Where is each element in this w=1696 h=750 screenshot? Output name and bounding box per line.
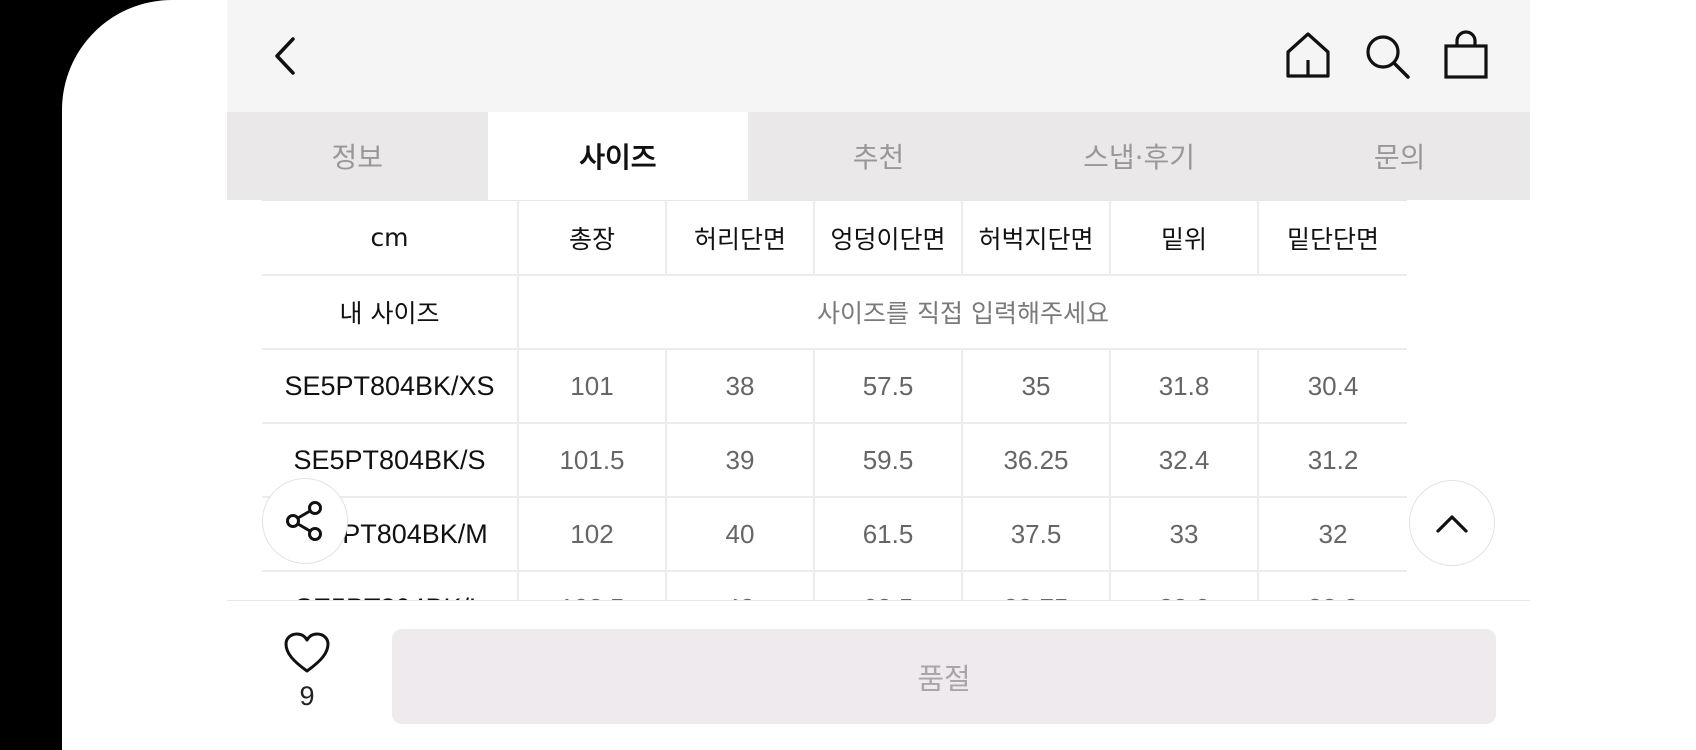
- table-cell: 31.8: [1110, 349, 1259, 424]
- table-cell: 101.5: [518, 423, 667, 498]
- my-size-label: 내 사이즈: [262, 275, 519, 350]
- share-button[interactable]: [262, 478, 348, 564]
- chevron-up-icon: [1436, 515, 1468, 533]
- size-table-container[interactable]: cm 총장 허리단면 엉덩이단면 허벅지단면 밑위 밑단단면 내 사이즈 사이즈…: [262, 200, 1407, 600]
- table-cell: 38: [666, 349, 815, 424]
- my-size-row[interactable]: 내 사이즈 사이즈를 직접 입력해주세요: [262, 275, 1407, 350]
- table-cell: 61.5: [814, 497, 963, 572]
- table-cell: 33: [1110, 497, 1259, 572]
- product-size-page: 정보 사이즈 추천 스냅·후기 문의 cm 총장 허리단면 엉덩이단면 허벅지단…: [227, 0, 1530, 750]
- size-name-cell: SE5PT804BK/XS: [262, 349, 519, 424]
- bottom-action-bar: 9 품절: [227, 600, 1530, 750]
- table-cell: 63.5: [814, 571, 963, 600]
- table-row: SE5PT804BK/S 101.5 39 59.5 36.25 32.4 31…: [262, 423, 1407, 498]
- table-row: SE5PT804BK/L 102.5 42 63.5 38.75 33.6 32…: [262, 571, 1407, 600]
- like-count: 9: [299, 681, 315, 711]
- table-row: SE5PT804BK/M 102 40 61.5 37.5 33 32: [262, 497, 1407, 572]
- sold-out-button[interactable]: 품절: [392, 629, 1496, 724]
- table-cell: 30.4: [1258, 349, 1407, 424]
- search-icon[interactable]: [1363, 32, 1411, 80]
- tab-snap-review[interactable]: 스냅·후기: [1009, 112, 1270, 200]
- table-cell: 31.2: [1258, 423, 1407, 498]
- table-cell: 57.5: [814, 349, 963, 424]
- tab-info[interactable]: 정보: [227, 112, 488, 200]
- table-cell: 32.8: [1258, 571, 1407, 600]
- size-name-cell: SE5PT804BK/L: [262, 571, 519, 600]
- table-cell: 42: [666, 571, 815, 600]
- like-button[interactable]: 9: [272, 631, 342, 721]
- column-header: 허리단면: [666, 201, 815, 276]
- size-table: cm 총장 허리단면 엉덩이단면 허벅지단면 밑위 밑단단면 내 사이즈 사이즈…: [262, 201, 1407, 600]
- scroll-top-button[interactable]: [1409, 480, 1495, 566]
- table-cell: 38.75: [962, 571, 1111, 600]
- product-tabs: 정보 사이즈 추천 스냅·후기 문의: [227, 112, 1530, 200]
- column-header: 밑위: [1110, 201, 1259, 276]
- my-size-input-hint[interactable]: 사이즈를 직접 입력해주세요: [518, 275, 1407, 350]
- shopping-bag-icon[interactable]: [1442, 30, 1490, 80]
- table-header-row: cm 총장 허리단면 엉덩이단면 허벅지단면 밑위 밑단단면: [262, 201, 1407, 276]
- table-cell: 40: [666, 497, 815, 572]
- share-icon: [286, 501, 322, 541]
- column-header: 허벅지단면: [962, 201, 1111, 276]
- table-cell: 37.5: [962, 497, 1111, 572]
- tab-recommend[interactable]: 추천: [748, 112, 1009, 200]
- table-cell: 59.5: [814, 423, 963, 498]
- table-cell: 32.4: [1110, 423, 1259, 498]
- chevron-left-icon[interactable]: [267, 35, 307, 77]
- table-row: SE5PT804BK/XS 101 38 57.5 35 31.8 30.4: [262, 349, 1407, 424]
- home-icon[interactable]: [1283, 30, 1333, 80]
- table-cell: 101: [518, 349, 667, 424]
- table-cell: 32: [1258, 497, 1407, 572]
- tab-inquiry[interactable]: 문의: [1269, 112, 1530, 200]
- column-header: cm: [262, 201, 519, 276]
- table-cell: 39: [666, 423, 815, 498]
- table-cell: 36.25: [962, 423, 1111, 498]
- top-navigation-bar: [227, 0, 1530, 112]
- tab-size[interactable]: 사이즈: [487, 112, 749, 200]
- table-cell: 33.6: [1110, 571, 1259, 600]
- table-cell: 102.5: [518, 571, 667, 600]
- column-header: 총장: [518, 201, 667, 276]
- column-header: 엉덩이단면: [814, 201, 963, 276]
- table-cell: 102: [518, 497, 667, 572]
- table-cell: 35: [962, 349, 1111, 424]
- column-header: 밑단단면: [1258, 201, 1407, 276]
- heart-icon: [284, 632, 330, 673]
